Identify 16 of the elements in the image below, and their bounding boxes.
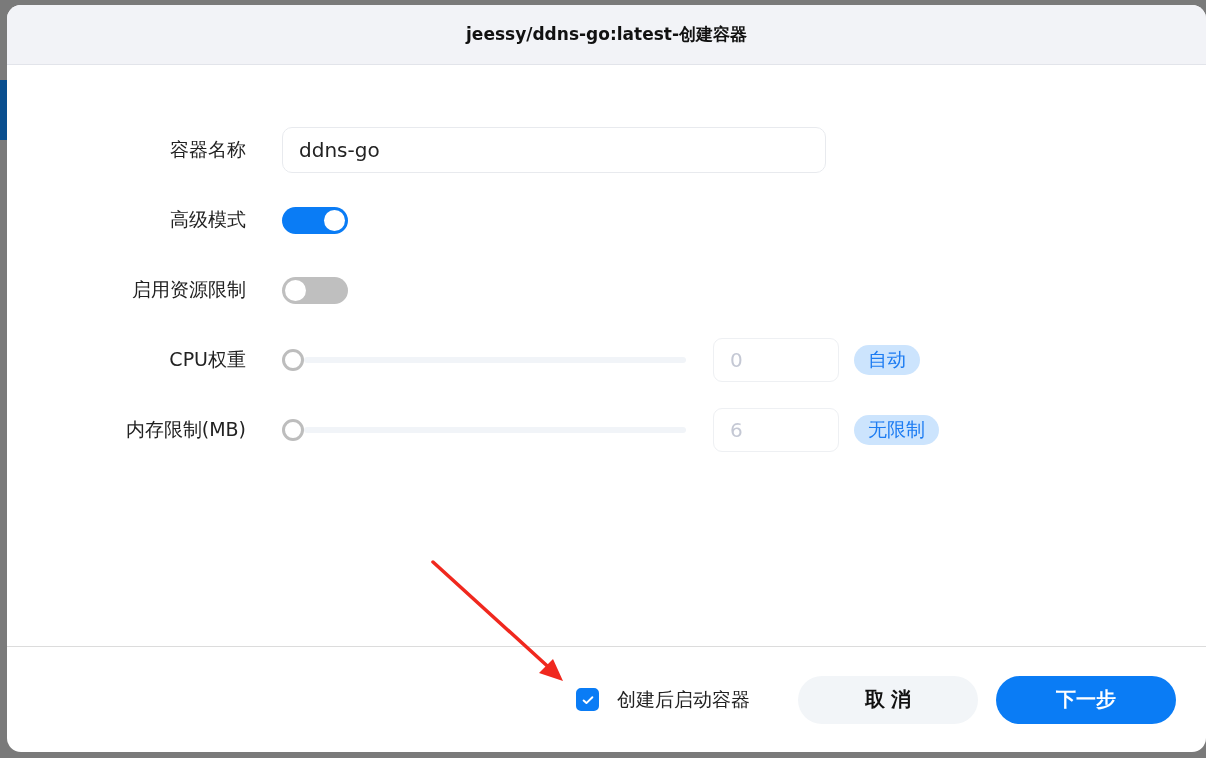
next-button[interactable]: 下一步 xyxy=(996,675,1176,724)
toggle-switch[interactable] xyxy=(282,276,348,304)
field-label: 内存限制(MB) xyxy=(124,417,246,442)
value-tag: 无限制 xyxy=(854,415,939,445)
checkbox[interactable] xyxy=(576,688,599,711)
toggle-switch[interactable] xyxy=(282,206,348,234)
checkbox-label: 创建后启动容器 xyxy=(617,686,750,712)
field-label: 启用资源限制 xyxy=(131,277,246,302)
field-label: 容器名称 xyxy=(169,137,246,162)
name-input[interactable]: ddns-go xyxy=(282,127,826,173)
cancel-button[interactable]: 取 消 xyxy=(798,675,978,724)
field-label: 高级模式 xyxy=(169,207,246,232)
value-tag: 自动 xyxy=(854,345,920,375)
dialog-title: jeessy/ddns-go:latest-创建容器 xyxy=(466,23,747,46)
background-window-edge xyxy=(0,80,7,140)
field-label: CPU权重 xyxy=(168,347,246,372)
